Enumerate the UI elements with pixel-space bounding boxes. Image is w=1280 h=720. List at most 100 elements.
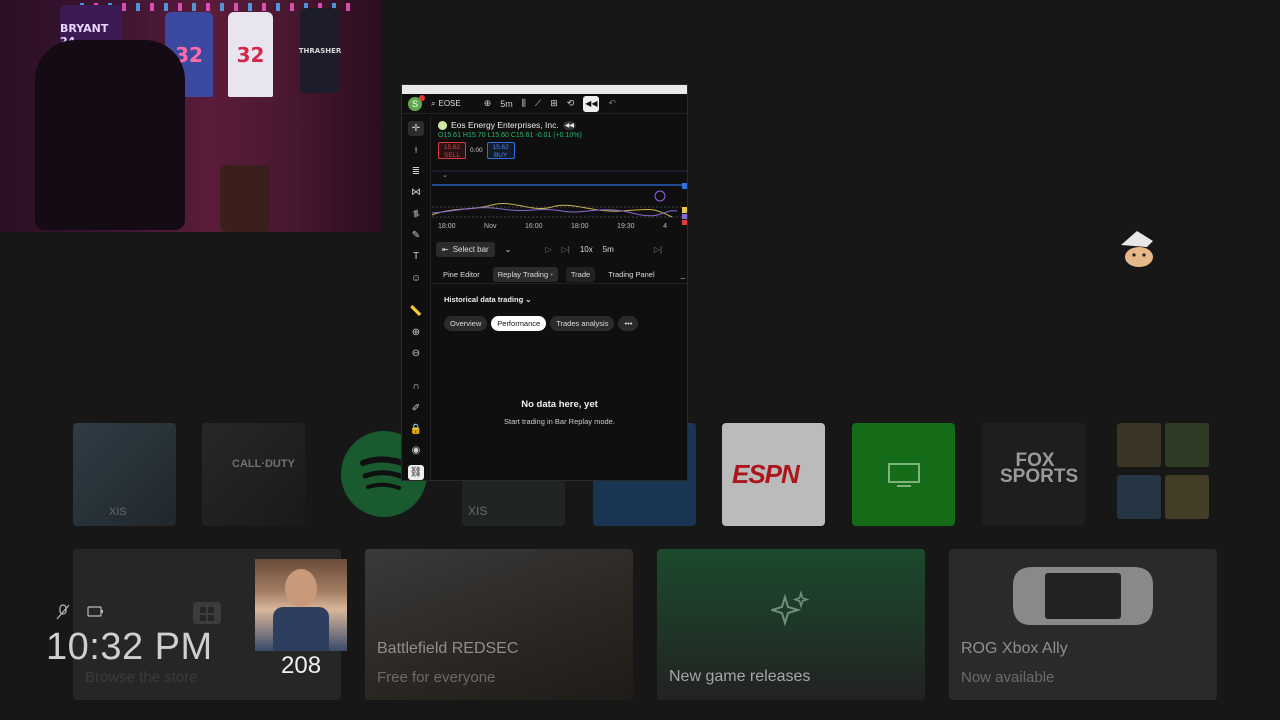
step-forward-icon[interactable]: ▷| <box>562 245 570 254</box>
pencil-lock-icon[interactable]: ✐ <box>408 401 424 416</box>
avatar-sticker <box>1117 229 1157 269</box>
select-bar-icon: ⇤ <box>442 244 449 254</box>
browser-url-bar[interactable] <box>402 85 687 94</box>
tile-call-of-duty[interactable]: CALL·DUTY <box>202 423 305 526</box>
pill-performance[interactable]: Performance <box>491 316 547 331</box>
pill-overview[interactable]: Overview <box>444 316 488 331</box>
buy-price: 15.62 <box>492 144 509 151</box>
magnet-icon[interactable]: ∩ <box>408 379 424 394</box>
store-icon <box>193 602 221 624</box>
performance-pills: Overview Performance Trades analysis ••• <box>444 316 639 331</box>
candles-icon[interactable]: ⫼ <box>522 98 526 109</box>
measure-icon[interactable]: ⥮ <box>408 206 424 221</box>
replay-controls: ⇤ Select bar ⌄ ▷ ▷| 10x 5m ▷| <box>436 240 687 258</box>
link-icon[interactable]: ⛓ <box>408 464 424 480</box>
tab-trading-panel[interactable]: Trading Panel <box>603 267 659 282</box>
speed-button[interactable]: 10x <box>580 245 593 254</box>
more-icon[interactable]: ••• <box>618 316 639 331</box>
tab-replay-trading-label: Replay Trading <box>497 270 549 279</box>
ohlc-values: O15.61 H15.70 L15.60 C15.61 -0.01 (+0.10… <box>438 132 687 139</box>
ruler-icon[interactable]: 📏 <box>408 304 424 319</box>
sell-price: 15.62 <box>443 144 461 151</box>
card-rog-title: ROG Xbox Ally <box>961 640 1068 657</box>
sell-button[interactable]: 15.62 SELL <box>438 142 466 159</box>
spread-value: 0.00 <box>470 147 483 154</box>
tile-group[interactable] <box>1117 423 1211 526</box>
tv-icon <box>888 463 920 487</box>
card-store-subtitle: Browse the store <box>85 669 198 686</box>
tab-pine-editor[interactable]: Pine Editor <box>438 267 485 282</box>
chevron-down-icon[interactable]: ⌄ <box>505 245 512 254</box>
text-icon[interactable]: T <box>408 249 424 264</box>
layouts-icon[interactable]: ⊞ <box>550 98 558 109</box>
card-rog-subtitle: Now available <box>961 669 1055 686</box>
espn-logo: ESPN <box>732 459 800 489</box>
tile-label: XIS <box>468 504 488 518</box>
webcam-feed: BRYANT 24 32 32 THRASHER <box>0 0 382 232</box>
eye-icon[interactable]: ◉ <box>408 443 424 458</box>
zoom-in-icon[interactable]: ⊕ <box>408 325 424 340</box>
status-icons <box>56 604 104 623</box>
symbol-search-label: EOSE <box>438 99 461 108</box>
crosshair-icon[interactable]: ✛ <box>408 121 424 137</box>
tile-tv[interactable] <box>852 423 955 526</box>
undo-icon[interactable]: ↶ <box>608 98 616 109</box>
indicators-icon[interactable]: ⟋ <box>535 98 541 109</box>
xbox-dashboard: BRYANT 24 32 32 THRASHER XIS CALL·DUTY X… <box>0 0 1280 720</box>
minimize-panel-icon[interactable]: _ <box>681 270 685 279</box>
buy-button[interactable]: 15.62 BUY <box>486 142 515 159</box>
close-value: C15.61 <box>510 132 534 139</box>
symbol-search[interactable]: ⌕ EOSE <box>431 99 461 109</box>
tab-trade[interactable]: Trade <box>565 267 596 282</box>
brush-icon[interactable]: ✎ <box>408 228 424 243</box>
trendline-icon[interactable]: ⟊ <box>408 142 424 157</box>
select-bar-label: Select bar <box>452 244 489 254</box>
tv-toolbar: S ⌕ EOSE ⊕ 5m ⫼ ⟋ ⊞ ⟲ ◀◀ ↶ <box>402 94 687 114</box>
low-value: L15.60 <box>487 132 509 139</box>
account-avatar[interactable]: S <box>408 94 425 111</box>
high-value: H15.70 <box>462 132 486 139</box>
card-battlefield[interactable]: Battlefield REDSEC Free for everyone <box>365 549 633 700</box>
tile-fox-sports[interactable]: FOX SPORTS <box>982 423 1085 526</box>
tile-label: CALL·DUTY <box>232 458 295 470</box>
fox-sports-logo: FOX SPORTS <box>1000 450 1079 487</box>
tile-game-1[interactable]: XIS <box>73 423 176 526</box>
alert-icon[interactable]: ⟲ <box>567 98 575 109</box>
chart-area: Eos Energy Enterprises, Inc. ◀◀ O15.61 H… <box>432 115 687 480</box>
interval-button[interactable]: 5m <box>500 99 513 109</box>
dog-icon <box>1121 231 1153 267</box>
bottom-panel-tabs: Pine Editor Replay Trading • Trade Tradi… <box>432 266 687 284</box>
lock-icon[interactable]: 🔒 <box>408 422 424 437</box>
replay-icon[interactable]: ◀◀ <box>583 95 600 112</box>
sell-label: SELL <box>444 152 460 159</box>
jersey-3: 32 <box>228 12 273 97</box>
play-icon[interactable]: ▷ <box>545 245 551 254</box>
card-rog-xbox-ally[interactable]: ROG Xbox Ally Now available <box>949 549 1217 700</box>
select-bar-button[interactable]: ⇤ Select bar <box>436 241 495 257</box>
replay-interval-button[interactable]: 5m <box>603 245 614 254</box>
drawing-toolbar: ✛ ⟊ ≣ ⋈ ⥮ ✎ T ☺ 📏 ⊕ ⊖ ∩ ✐ 🔒 ◉ ⛓ <box>402 115 431 480</box>
change-value: -0.01 (+0.10%) <box>535 132 582 139</box>
add-symbol-icon[interactable]: ⊕ <box>484 98 492 109</box>
fib-icon[interactable]: ≣ <box>408 164 424 179</box>
time-tick: 19:30 <box>617 223 635 230</box>
historical-data-dropdown[interactable]: Historical data trading ⌄ <box>444 295 532 304</box>
emoji-icon[interactable]: ☺ <box>408 270 424 285</box>
search-icon: ⌕ <box>431 98 436 108</box>
gaming-chair <box>35 40 185 230</box>
tile-espn[interactable]: ESPN <box>722 423 825 526</box>
pattern-icon[interactable]: ⋈ <box>408 185 424 200</box>
card-new-releases[interactable]: New game releases <box>657 549 925 700</box>
jump-to-realtime-icon[interactable]: ▷| <box>654 245 662 254</box>
card-new-releases-title: New game releases <box>669 668 811 685</box>
side-table <box>220 165 270 232</box>
zoom-out-icon[interactable]: ⊖ <box>408 346 424 361</box>
pill-trades-analysis[interactable]: Trades analysis <box>550 316 615 331</box>
card-battlefield-title: Battlefield REDSEC <box>377 640 519 657</box>
tab-replay-trading[interactable]: Replay Trading • <box>492 267 558 282</box>
time-tick: 18:00 <box>438 223 456 230</box>
buy-label: BUY <box>493 152 508 159</box>
battery-icon <box>86 604 104 623</box>
price-chart[interactable]: ⌄ <box>432 167 688 227</box>
quick-trade: 15.62 SELL 0.00 15.62 BUY <box>438 142 687 159</box>
